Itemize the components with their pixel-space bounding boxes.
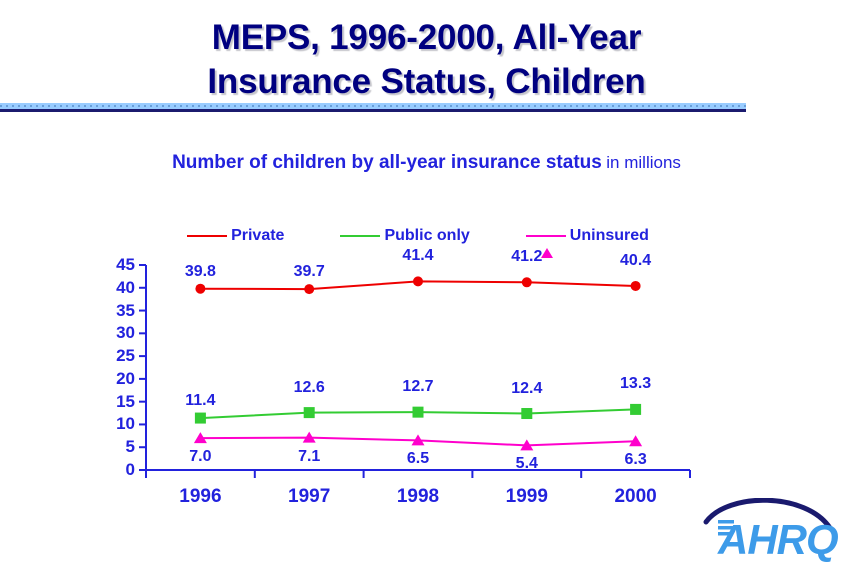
svg-text:AHRQ: AHRQ — [717, 516, 838, 564]
x-axis-tick-label: 2000 — [614, 486, 657, 507]
x-axis-tick-label: 1999 — [505, 486, 548, 507]
data-point-marker — [630, 280, 641, 291]
data-point-label: 12.7 — [402, 378, 434, 396]
y-axis-tick-label: 40 — [116, 277, 135, 297]
data-point-marker — [521, 277, 532, 288]
data-point-label: 7.0 — [189, 448, 212, 466]
data-point-label: 40.4 — [620, 251, 652, 269]
ahrq-logo-graphic: AHRQ — [703, 497, 839, 564]
y-axis-tick-label: 45 — [116, 255, 135, 274]
data-point-label: 5.4 — [515, 455, 538, 473]
data-point-label: 6.3 — [624, 451, 647, 469]
data-point-marker — [303, 407, 315, 419]
y-axis-tick-label: 10 — [116, 414, 135, 434]
data-point-label: 6.5 — [406, 450, 430, 468]
data-point-marker — [195, 283, 206, 294]
y-axis-tick-label: 0 — [125, 460, 135, 479]
data-point-label: 11.4 — [185, 392, 216, 410]
data-point-marker — [304, 284, 315, 295]
data-point-label: 12.4 — [511, 379, 543, 397]
data-point-label: 41.4 — [402, 247, 434, 265]
data-point-marker — [413, 276, 423, 287]
data-point-marker — [412, 406, 424, 418]
data-point-label: 39.8 — [184, 262, 216, 280]
y-axis-tick-label: 5 — [125, 437, 135, 457]
data-point-marker — [521, 408, 533, 420]
x-axis-tick-label: 1998 — [396, 486, 440, 507]
line-chart-plot: 45 40 35 30 25 20 15 10 5 0 1996 1997 1998 1999 2000 39… — [0, 0, 853, 569]
x-axis-tick-label: 1997 — [288, 486, 331, 507]
data-point-label: 39.7 — [293, 263, 325, 281]
y-axis-tick-label: 35 — [116, 300, 135, 320]
data-point-label: 7.1 — [298, 447, 321, 465]
y-axis-tick-label: 15 — [116, 391, 135, 411]
y-axis-tick-label: 25 — [116, 346, 135, 366]
data-point-label: 12.6 — [293, 378, 325, 396]
y-axis-tick-label: 30 — [116, 323, 135, 343]
x-axis-tick-label: 1996 — [179, 486, 222, 507]
ahrq-logo-wordmark: AHRQ — [717, 516, 839, 564]
data-point-label: 41.2 — [511, 248, 543, 266]
ahrq-logo: AHRQ — [698, 497, 848, 564]
data-point-marker — [630, 403, 642, 415]
data-point-label: 13.3 — [620, 375, 652, 393]
y-axis-tick-label: 20 — [116, 368, 135, 388]
data-point-marker — [194, 412, 206, 424]
